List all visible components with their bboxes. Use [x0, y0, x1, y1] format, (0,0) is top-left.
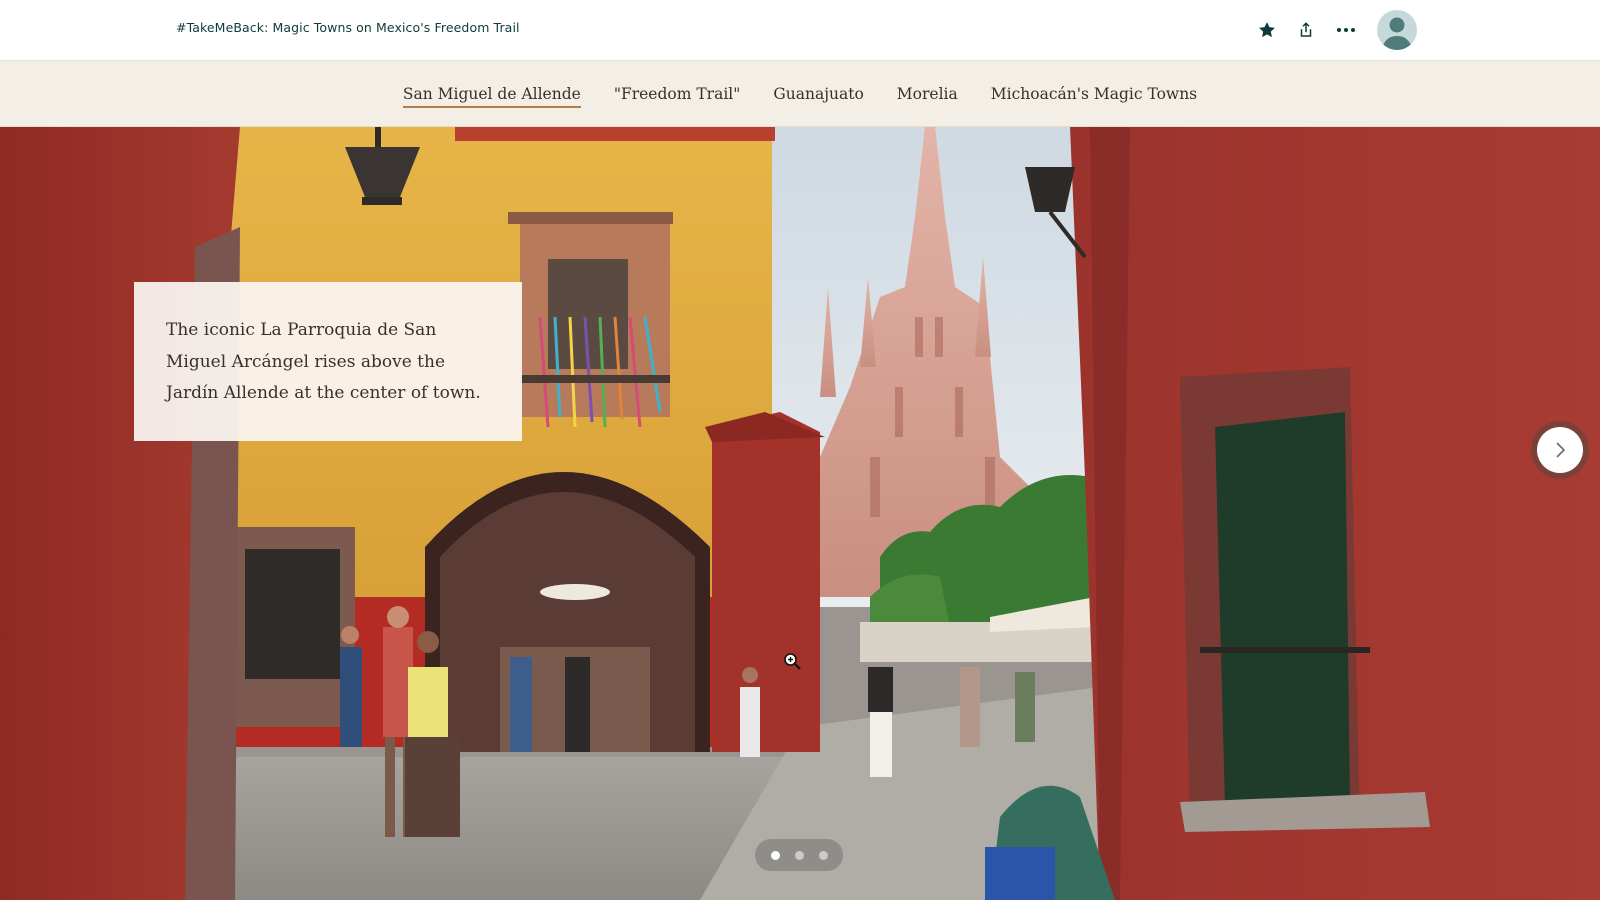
- share-button[interactable]: [1292, 16, 1320, 44]
- slide-dot-2[interactable]: [794, 850, 804, 860]
- zoom-cursor-icon: [784, 653, 801, 670]
- nav-item-guanajuato[interactable]: Guanajuato: [773, 79, 863, 109]
- favorite-button[interactable]: [1253, 16, 1281, 44]
- slide-dot-1[interactable]: [770, 850, 780, 860]
- next-slide-button[interactable]: [1531, 421, 1589, 479]
- nav-item-michoacan[interactable]: Michoacán's Magic Towns: [991, 79, 1197, 109]
- slide-dot-3[interactable]: [818, 850, 828, 860]
- share-icon: [1300, 22, 1312, 37]
- caption-card: The iconic La Parroquia de San Miguel Ar…: [134, 282, 522, 441]
- slide-pagination: [755, 839, 843, 871]
- nav-item-morelia[interactable]: Morelia: [897, 79, 958, 109]
- hero-slideshow: The iconic La Parroquia de San Miguel Ar…: [0, 127, 1600, 900]
- avatar[interactable]: [1377, 10, 1417, 50]
- user-icon: [1382, 17, 1412, 50]
- star-icon: [1259, 22, 1275, 38]
- story-title: #TakeMeBack: Magic Towns on Mexico's Fre…: [176, 20, 520, 35]
- nav-item-san-miguel[interactable]: San Miguel de Allende: [402, 79, 581, 109]
- chapter-nav: San Miguel de Allende "Freedom Trail" Gu…: [0, 61, 1600, 127]
- more-icon: [1337, 28, 1355, 32]
- top-header: #TakeMeBack: Magic Towns on Mexico's Fre…: [0, 0, 1600, 61]
- caption-text: The iconic La Parroquia de San Miguel Ar…: [166, 320, 481, 403]
- chapter-nav-list: San Miguel de Allende "Freedom Trail" Gu…: [0, 61, 1600, 127]
- chevron-right-icon: [1556, 442, 1566, 458]
- hero-photo: [0, 127, 1600, 900]
- more-options-button[interactable]: [1332, 16, 1360, 44]
- nav-item-freedom-trail[interactable]: "Freedom Trail": [614, 79, 741, 109]
